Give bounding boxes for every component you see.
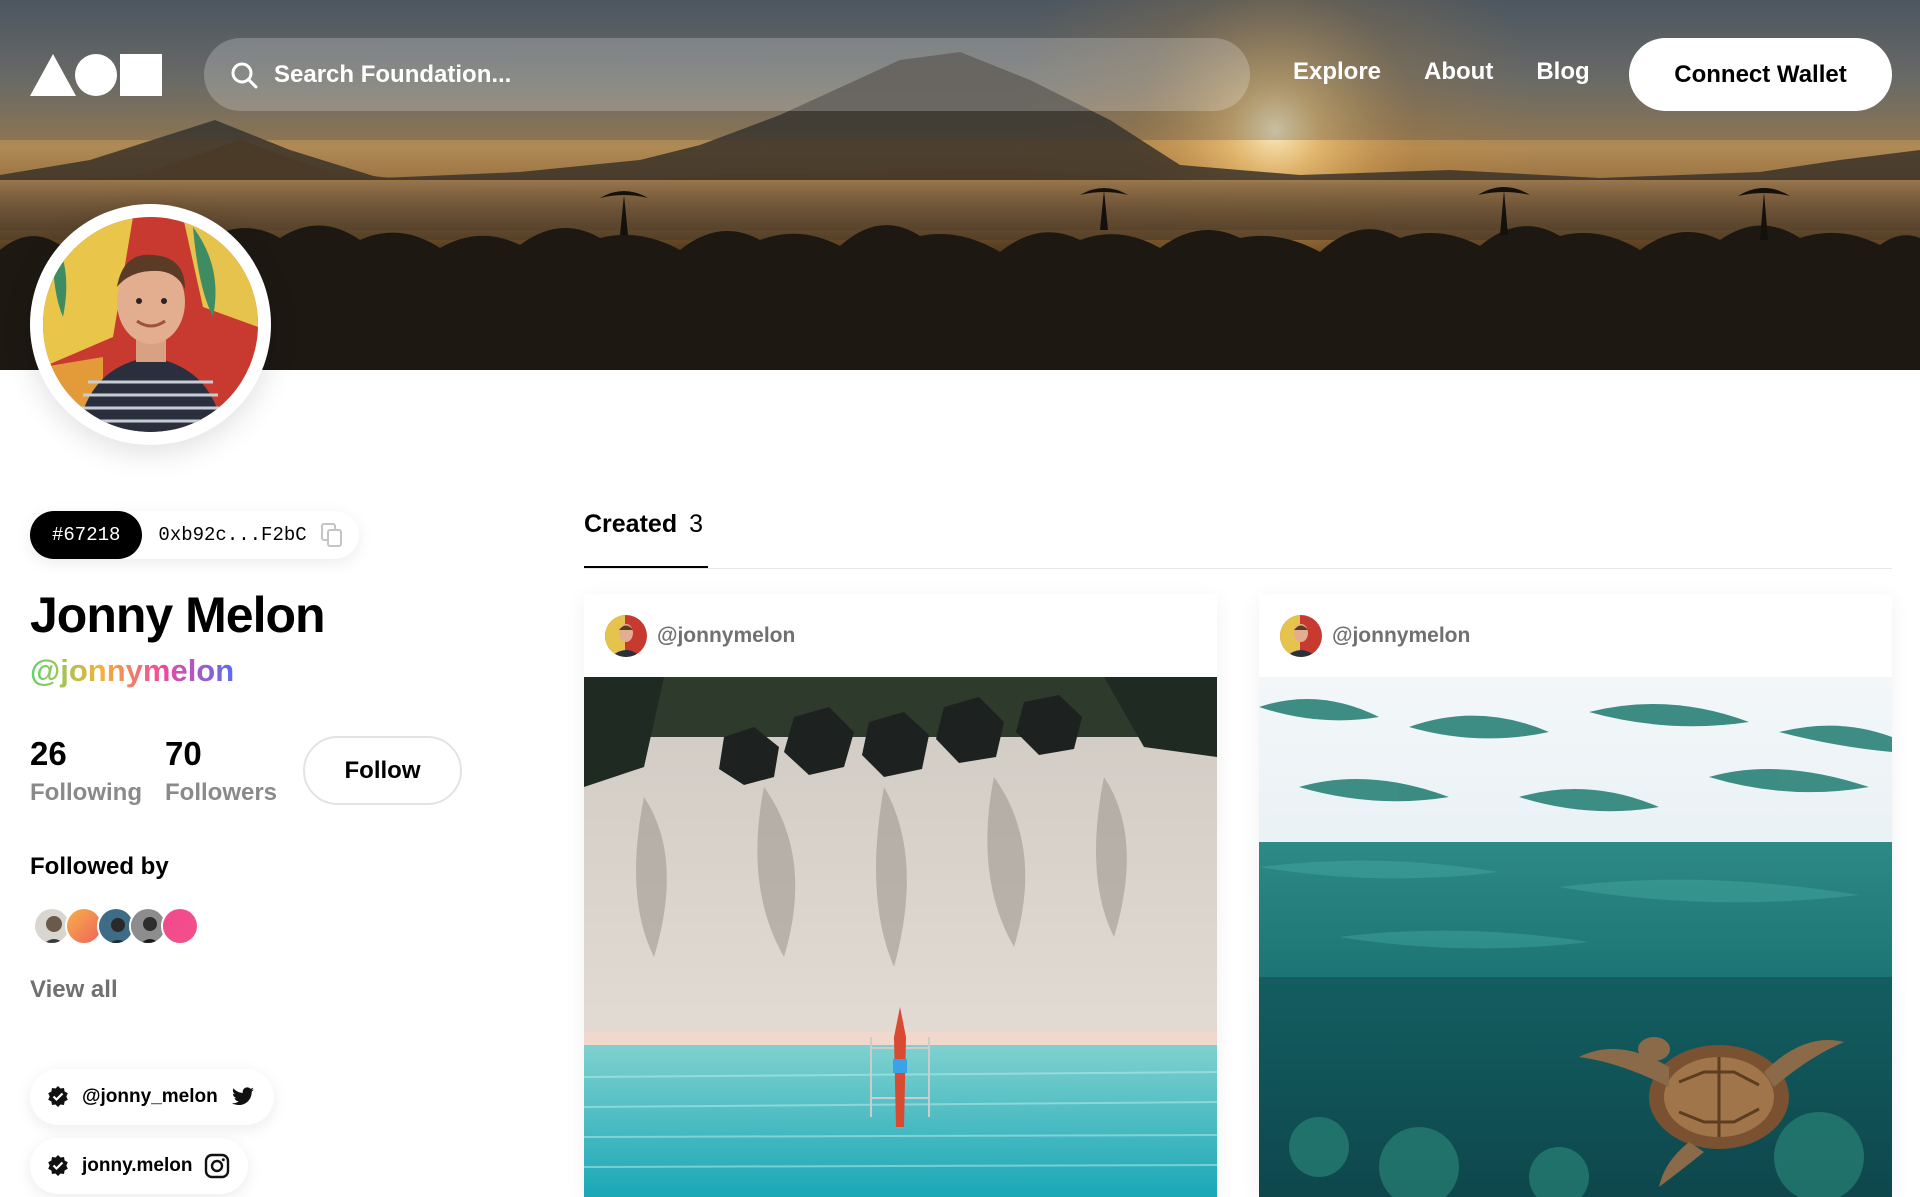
nav-explore-link[interactable]: Explore <box>1293 58 1381 86</box>
search-input[interactable] <box>274 60 1250 89</box>
tab-created-count: 3 <box>689 510 703 538</box>
artwork-image-beach <box>584 677 1217 1197</box>
connect-wallet-button[interactable]: Connect Wallet <box>1629 38 1892 111</box>
profile-name: Jonny Melon <box>30 587 326 643</box>
following-count: 26 <box>30 735 67 772</box>
tab-created-label: Created <box>584 510 678 538</box>
instagram-handle: jonny.melon <box>82 1155 193 1176</box>
follower-avatar[interactable] <box>161 907 199 945</box>
cover-banner: Explore About Blog Connect Wallet <box>0 0 1920 370</box>
profile-avatar <box>30 204 271 445</box>
wallet-id-pill: #67218 0xb92c...F2bC <box>30 511 359 559</box>
followers-stat[interactable]: 70 Followers <box>165 735 277 807</box>
followers-count: 70 <box>165 735 202 772</box>
creator-avatar <box>1280 614 1322 657</box>
verified-badge-icon <box>48 1155 68 1176</box>
creator-username: @jonnymelon <box>657 623 796 647</box>
artwork-card[interactable]: @jonnymelon <box>584 594 1217 1197</box>
search-bar[interactable] <box>204 38 1250 111</box>
triangle-circle-square-logo[interactable] <box>30 54 162 96</box>
creator-username: @jonnymelon <box>1332 623 1471 647</box>
followed-by-avatars <box>33 907 199 945</box>
nav-blog-link[interactable]: Blog <box>1536 58 1589 86</box>
artwork-image-sea-turtle <box>1259 677 1892 1197</box>
artwork-card[interactable]: @jonnymelon <box>1259 594 1892 1197</box>
nav-about-link[interactable]: About <box>1424 58 1493 86</box>
verified-badge-icon <box>48 1086 68 1107</box>
twitter-handle: @jonny_melon <box>82 1086 218 1107</box>
view-all-followers-link[interactable]: View all <box>30 976 118 1004</box>
twitter-link[interactable]: @jonny_melon <box>30 1069 274 1125</box>
search-icon <box>231 62 258 88</box>
following-stat[interactable]: 26 Following <box>30 735 142 807</box>
card-creator[interactable]: @jonnymelon <box>1259 594 1892 677</box>
following-label: Following <box>30 779 142 806</box>
tab-created[interactable]: Created 3 <box>584 510 703 539</box>
followers-label: Followers <box>165 779 278 806</box>
tab-divider <box>584 568 1892 569</box>
twitter-icon <box>231 1087 254 1106</box>
top-nav: Explore About Blog <box>1293 58 1633 86</box>
follow-button[interactable]: Follow <box>303 736 462 805</box>
wallet-address: 0xb92c...F2bC <box>158 524 307 546</box>
profile-number-badge: #67218 <box>30 511 143 559</box>
instagram-icon <box>205 1153 230 1179</box>
profile-photo <box>43 217 258 432</box>
creator-avatar <box>605 614 647 657</box>
copy-icon[interactable] <box>320 523 343 547</box>
card-creator[interactable]: @jonnymelon <box>584 594 1217 677</box>
profile-handle: @jonnymelon <box>30 653 235 688</box>
instagram-link[interactable]: jonny.melon <box>30 1138 249 1194</box>
followed-by-title: Followed by <box>30 853 169 880</box>
